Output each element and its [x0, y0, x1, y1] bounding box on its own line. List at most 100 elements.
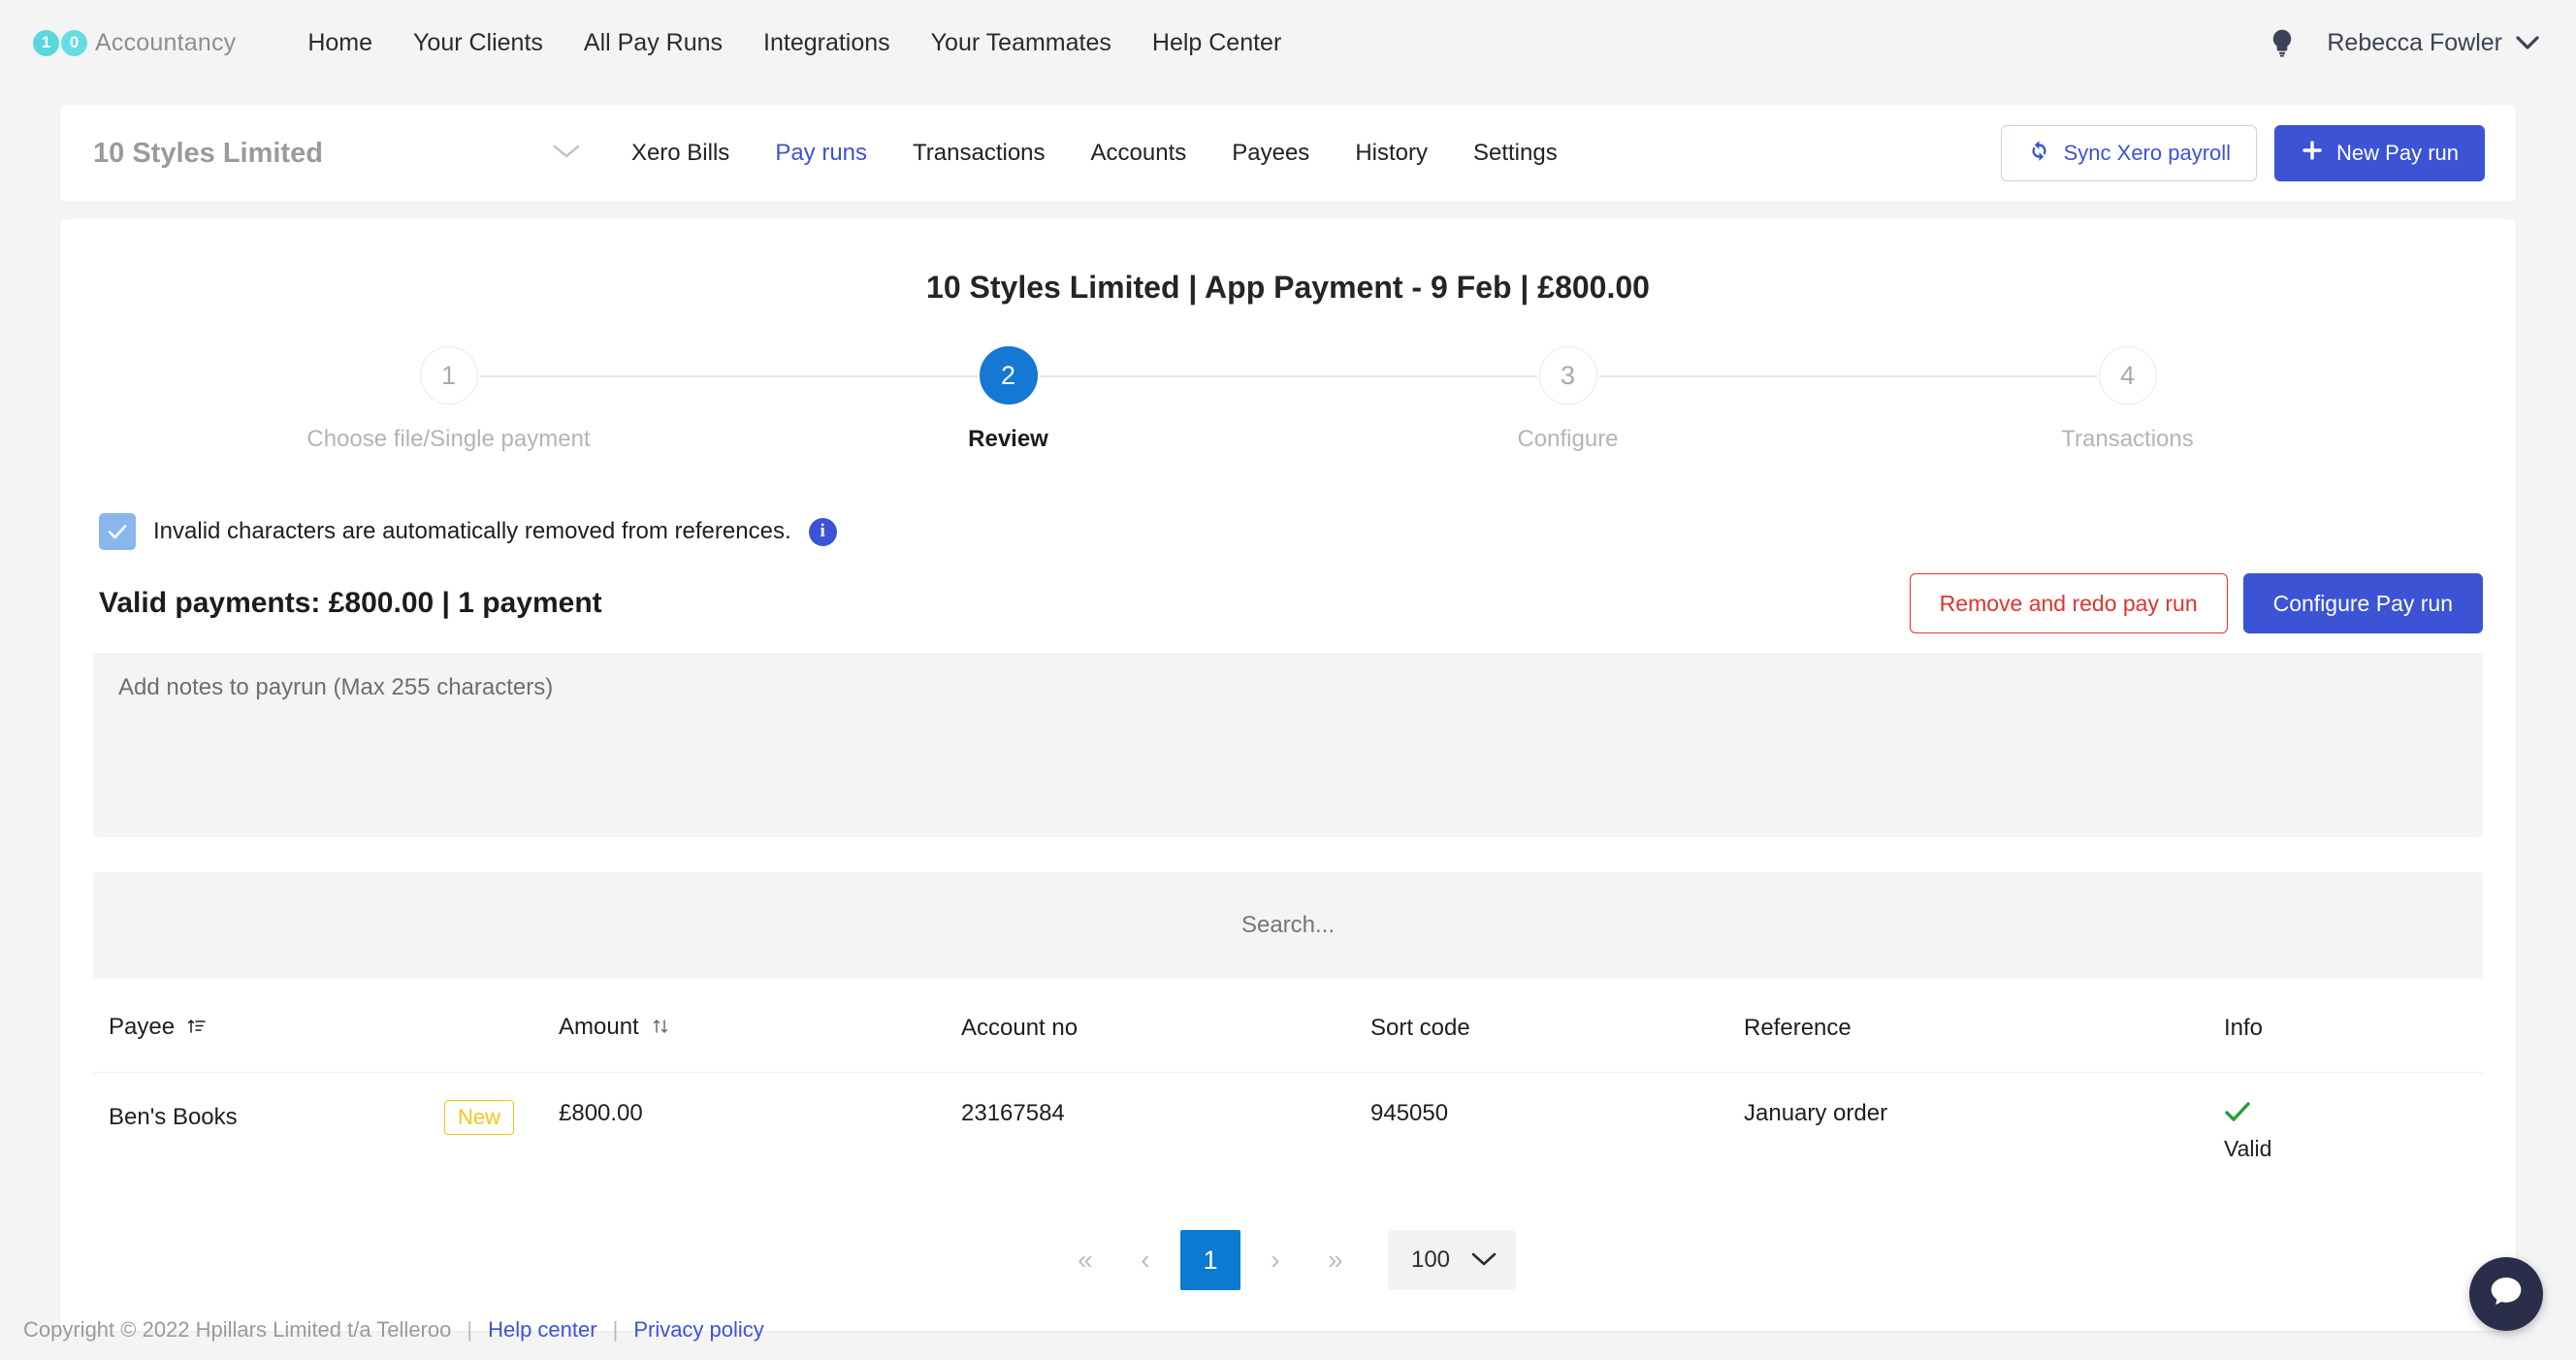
- logo-digit-one: 1: [33, 29, 59, 56]
- configure-pay-run-button[interactable]: Configure Pay run: [2242, 573, 2483, 633]
- pagination-last-button[interactable]: »: [1310, 1235, 1361, 1285]
- brand-name: Accountancy: [95, 28, 237, 56]
- sync-refresh-icon: [2027, 139, 2051, 169]
- footer-privacy-policy-link[interactable]: Privacy policy: [633, 1317, 763, 1343]
- tab-payees[interactable]: Payees: [1232, 140, 1309, 167]
- tab-accounts[interactable]: Accounts: [1091, 140, 1187, 167]
- tab-settings[interactable]: Settings: [1473, 140, 1558, 167]
- review-actions: Remove and redo pay run Configure Pay ru…: [1909, 573, 2483, 633]
- pagination-prev-button[interactable]: ‹: [1120, 1235, 1171, 1285]
- info-status-label: Valid: [2224, 1136, 2272, 1161]
- user-menu[interactable]: Rebecca Fowler: [2327, 29, 2539, 57]
- column-header-sort-code[interactable]: Sort code: [1370, 979, 1744, 1073]
- footer-help-center-link[interactable]: Help center: [488, 1317, 597, 1343]
- top-right-group: Rebecca Fowler: [2267, 27, 2539, 58]
- step-choose-file[interactable]: 1 Choose file/Single payment: [169, 346, 728, 453]
- tab-history[interactable]: History: [1355, 140, 1428, 167]
- valid-payments-summary: Valid payments: £800.00 | 1 payment: [99, 587, 602, 619]
- table-header-row: Payee Amount Account no Sort code Refere…: [93, 979, 2483, 1073]
- user-name-label: Rebecca Fowler: [2327, 28, 2502, 56]
- step-review[interactable]: 2 Review: [728, 346, 1288, 453]
- step-connector-line: [1598, 375, 1848, 377]
- chat-bubble-icon: [2487, 1273, 2526, 1316]
- cell-sort-code: 945050: [1370, 1100, 1449, 1126]
- step-configure[interactable]: 3 Configure: [1288, 346, 1848, 453]
- payrun-notes-textarea[interactable]: Add notes to payrun (Max 255 characters): [93, 653, 2483, 837]
- sync-xero-payroll-label: Sync Xero payroll: [2063, 141, 2232, 165]
- nav-item-help-center[interactable]: Help Center: [1152, 29, 1281, 57]
- new-pay-run-button[interactable]: New Pay run: [2274, 125, 2485, 181]
- page-size-select[interactable]: 100: [1387, 1230, 1517, 1290]
- valid-payments-row: Valid payments: £800.00 | 1 payment Remo…: [99, 573, 2483, 633]
- cell-payee: Ben's Books New: [93, 1073, 559, 1192]
- lightbulb-icon[interactable]: [2267, 27, 2298, 58]
- cell-amount: £800.00: [559, 1100, 643, 1126]
- search-input[interactable]: [1026, 911, 1550, 940]
- column-header-amount[interactable]: Amount: [559, 979, 961, 1073]
- page-size-value: 100: [1410, 1247, 1451, 1273]
- client-name-label: 10 Styles Limited: [93, 137, 323, 169]
- client-context-bar: 10 Styles Limited Xero Bills Pay runs Tr…: [60, 105, 2516, 202]
- step-number-3: 3: [1538, 346, 1597, 405]
- invalid-characters-row: Invalid characters are automatically rem…: [99, 513, 2483, 550]
- column-header-reference[interactable]: Reference: [1744, 979, 2224, 1073]
- tab-xero-bills[interactable]: Xero Bills: [631, 140, 729, 167]
- status-badge-new: New: [443, 1100, 514, 1135]
- payee-name: Ben's Books: [109, 1103, 238, 1130]
- table-pagination: « ‹ 1 › » 100: [93, 1230, 2483, 1290]
- step-number-4: 4: [2098, 346, 2157, 405]
- client-switcher-chevron-down-icon[interactable]: [552, 143, 581, 165]
- chat-launcher-button[interactable]: [2469, 1257, 2543, 1331]
- client-bar-actions: Sync Xero payroll New Pay run: [2000, 125, 2485, 181]
- green-check-icon: [2224, 1100, 2251, 1128]
- column-header-payee[interactable]: Payee: [93, 979, 559, 1073]
- tab-transactions[interactable]: Transactions: [913, 140, 1046, 167]
- invalid-characters-label: Invalid characters are automatically rem…: [153, 518, 791, 544]
- primary-nav: Home Your Clients All Pay Runs Integrati…: [307, 29, 1281, 57]
- chevron-down-icon: [1471, 1247, 1497, 1274]
- step-connector-line: [1848, 375, 2097, 377]
- sync-xero-payroll-button[interactable]: Sync Xero payroll: [2000, 125, 2258, 181]
- invalid-characters-checkbox[interactable]: [99, 513, 136, 550]
- remove-and-redo-pay-run-button[interactable]: Remove and redo pay run: [1909, 573, 2228, 633]
- step-connector-line: [1039, 375, 1288, 377]
- step-label-4: Transactions: [2061, 426, 2194, 452]
- step-label-1: Choose file/Single payment: [306, 426, 591, 452]
- pagination-page-1[interactable]: 1: [1179, 1230, 1240, 1290]
- plus-icon: [2301, 139, 2324, 168]
- footer: Copyright © 2022 Hpillars Limited t/a Te…: [0, 1300, 2576, 1360]
- cell-account-no: 23167584: [961, 1100, 1065, 1126]
- step-label-2: Review: [968, 426, 1048, 452]
- nav-item-all-pay-runs[interactable]: All Pay Runs: [584, 29, 723, 57]
- step-label-3: Configure: [1517, 426, 1619, 452]
- sort-updown-icon[interactable]: [651, 1016, 670, 1043]
- step-connector-line: [479, 375, 728, 377]
- step-connector-line: [728, 375, 978, 377]
- client-tabs: Xero Bills Pay runs Transactions Account…: [631, 140, 1558, 167]
- step-connector-line: [1288, 375, 1537, 377]
- sort-ascending-icon[interactable]: [187, 1016, 207, 1043]
- step-transactions[interactable]: 4 Transactions: [1848, 346, 2407, 453]
- copyright-text: Copyright © 2022 Hpillars Limited t/a Te…: [23, 1317, 452, 1342]
- chevron-down-icon: [2516, 29, 2539, 57]
- nav-item-home[interactable]: Home: [307, 29, 372, 57]
- cell-info: Valid: [2224, 1073, 2483, 1192]
- pay-run-review-card: 10 Styles Limited | App Payment - 9 Feb …: [60, 219, 2516, 1331]
- info-icon[interactable]: i: [808, 517, 837, 546]
- nav-item-integrations[interactable]: Integrations: [763, 29, 890, 57]
- column-header-info[interactable]: Info: [2224, 979, 2483, 1073]
- cell-reference: January order: [1744, 1100, 1888, 1126]
- tab-pay-runs[interactable]: Pay runs: [775, 140, 867, 167]
- payments-table-wrapper: Payee Amount: [93, 872, 2483, 1290]
- table-row[interactable]: Ben's Books New £800.00 23167584 945050 …: [93, 1073, 2483, 1192]
- brand-logo[interactable]: 1 0 Accountancy: [33, 29, 236, 57]
- column-header-account-no[interactable]: Account no: [961, 979, 1370, 1073]
- nav-item-your-teammates[interactable]: Your Teammates: [931, 29, 1111, 57]
- table-search-bar: [93, 872, 2483, 979]
- nav-item-your-clients[interactable]: Your Clients: [413, 29, 543, 57]
- pagination-next-button[interactable]: ›: [1250, 1235, 1301, 1285]
- step-number-2: 2: [979, 346, 1038, 405]
- pagination-first-button[interactable]: «: [1060, 1235, 1111, 1285]
- step-number-1: 1: [419, 346, 478, 405]
- column-header-amount-label: Amount: [559, 1014, 639, 1040]
